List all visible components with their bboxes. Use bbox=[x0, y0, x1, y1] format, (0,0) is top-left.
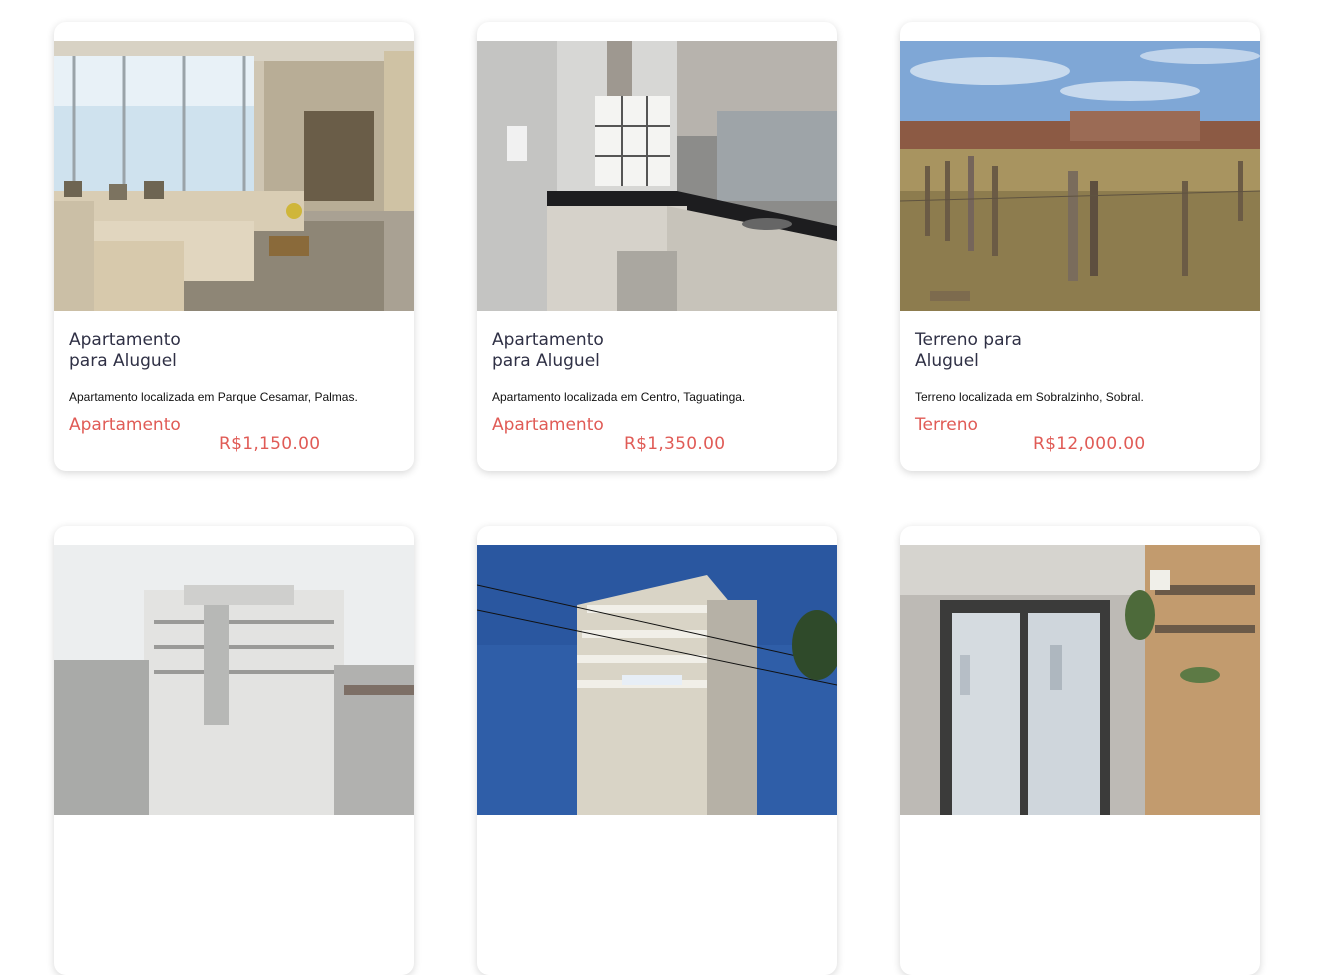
listing-description: Terreno localizada em Sobralzinho, Sobra… bbox=[915, 390, 1144, 404]
listing-card[interactable]: Apartamento para Aluguel Apartamento loc… bbox=[477, 22, 837, 471]
listing-card[interactable]: Apartamento para Aluguel Apartamento loc… bbox=[54, 22, 414, 471]
listing-title: Apartamento para Aluguel bbox=[69, 330, 229, 372]
white-building-photo bbox=[54, 545, 414, 815]
prisma-building-photo bbox=[477, 545, 837, 815]
title-line-1: Apartamento bbox=[69, 330, 181, 350]
title-line-2: para Aluguel bbox=[492, 351, 600, 371]
vacant-lot-photo bbox=[900, 41, 1260, 311]
title-line-1: Apartamento bbox=[492, 330, 604, 350]
listing-card[interactable]: Terreno para Aluguel Terreno localizada … bbox=[900, 22, 1260, 471]
title-line-2: para Aluguel bbox=[69, 351, 177, 371]
listing-price: R$1,350.00 bbox=[624, 434, 726, 454]
listing-description: Apartamento localizada em Centro, Taguat… bbox=[492, 390, 746, 404]
listing-card[interactable] bbox=[54, 526, 414, 975]
apartment-interior-photo bbox=[900, 545, 1260, 815]
property-type: Apartamento bbox=[69, 415, 181, 435]
kitchen-photo bbox=[477, 41, 837, 311]
title-line-1: Terreno para bbox=[915, 330, 1022, 350]
listing-price: R$1,150.00 bbox=[219, 434, 321, 454]
listing-price: R$12,000.00 bbox=[1033, 434, 1146, 454]
listing-title: Terreno para Aluguel bbox=[915, 330, 1075, 372]
living-room-photo bbox=[54, 41, 414, 311]
property-type: Terreno bbox=[915, 415, 978, 435]
property-type: Apartamento bbox=[492, 415, 604, 435]
listing-description: Apartamento localizada em Parque Cesamar… bbox=[69, 390, 358, 404]
listing-card[interactable] bbox=[477, 526, 837, 975]
title-line-2: Aluguel bbox=[915, 351, 979, 371]
listing-title: Apartamento para Aluguel bbox=[492, 330, 652, 372]
listing-card[interactable] bbox=[900, 526, 1260, 975]
